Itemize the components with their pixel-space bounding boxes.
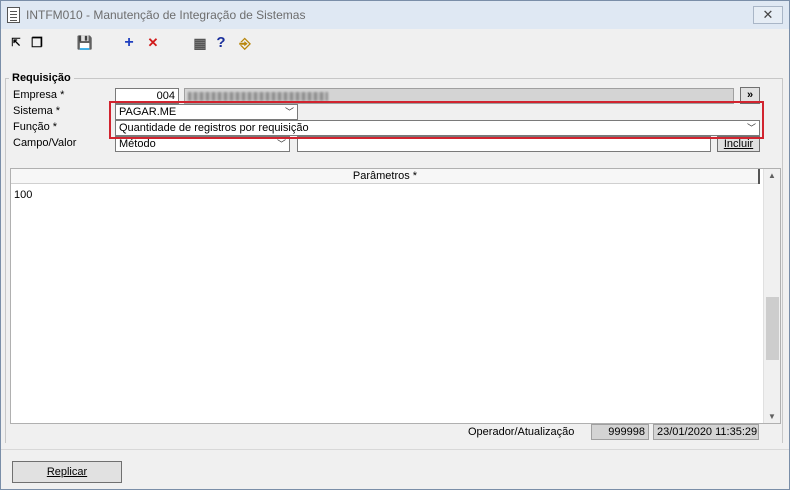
incluir-button[interactable]: Incluir	[717, 136, 760, 152]
save-icon[interactable]: 💾	[76, 34, 94, 52]
calculator-icon[interactable]: ▦	[192, 34, 208, 52]
campo-valor-label: Campo/Valor	[13, 137, 77, 149]
copy-icon[interactable]: ❐	[29, 34, 45, 52]
chevron-down-icon: ﹀	[284, 107, 294, 117]
scroll-down-icon[interactable]: ▼	[768, 412, 776, 421]
add-icon[interactable]: +	[122, 34, 136, 52]
document-icon	[7, 7, 20, 23]
replicar-button[interactable]: Replicar	[12, 461, 122, 483]
window-title: INTFM010 - Manutenção de Integração de S…	[26, 8, 306, 22]
operador-label: Operador/Atualização	[468, 426, 575, 438]
valor-input[interactable]	[297, 136, 711, 152]
close-button[interactable]: ✕	[753, 6, 783, 24]
chevron-down-icon: ﹀	[276, 139, 286, 149]
vertical-scrollbar[interactable]: ▲ ▼	[763, 169, 780, 423]
sistema-select[interactable]: PAGAR.ME ﹀	[115, 104, 298, 120]
parametros-header: Parâmetros *	[11, 169, 760, 184]
replicar-label: Replicar	[46, 466, 88, 478]
scroll-thumb[interactable]	[766, 297, 779, 360]
sistema-value: PAGAR.ME	[119, 106, 177, 118]
help-icon[interactable]: ?	[215, 34, 227, 52]
campo-value: Método	[119, 138, 156, 150]
navigate-icon[interactable]: ⇱	[9, 34, 23, 52]
operador-field: 999998	[591, 424, 649, 440]
group-title: Requisição	[9, 72, 74, 84]
parametros-textarea[interactable]: Parâmetros * 100 ▲ ▼	[10, 168, 781, 424]
campo-select[interactable]: Método ﹀	[115, 136, 290, 152]
redacted-text	[188, 92, 328, 101]
delete-icon[interactable]: ✕	[146, 34, 160, 52]
funcao-value: Quantidade de registros por requisição	[119, 122, 309, 134]
parametros-content: 100	[14, 189, 33, 201]
empresa-label: Empresa *	[13, 89, 65, 101]
scroll-up-icon[interactable]: ▲	[768, 171, 776, 180]
divider	[1, 449, 789, 450]
toolbar: ⇱ ❐ 💾 + ✕ ▦ ? ⎆	[1, 29, 789, 57]
title-bar: INTFM010 - Manutenção de Integração de S…	[1, 1, 789, 29]
funcao-label: Função *	[13, 121, 58, 133]
empresa-code-field[interactable]: 004	[115, 88, 179, 104]
sistema-label: Sistema *	[13, 105, 61, 117]
exit-icon[interactable]: ⎆	[237, 34, 253, 52]
chevron-down-icon: ﹀	[746, 123, 756, 133]
atualizacao-field: 23/01/2020 11:35:29	[653, 424, 759, 440]
funcao-select[interactable]: Quantidade de registros por requisição ﹀	[115, 120, 760, 136]
lookup-button[interactable]: »	[740, 87, 760, 104]
empresa-name-field	[184, 88, 734, 104]
app-window: INTFM010 - Manutenção de Integração de S…	[0, 0, 790, 490]
